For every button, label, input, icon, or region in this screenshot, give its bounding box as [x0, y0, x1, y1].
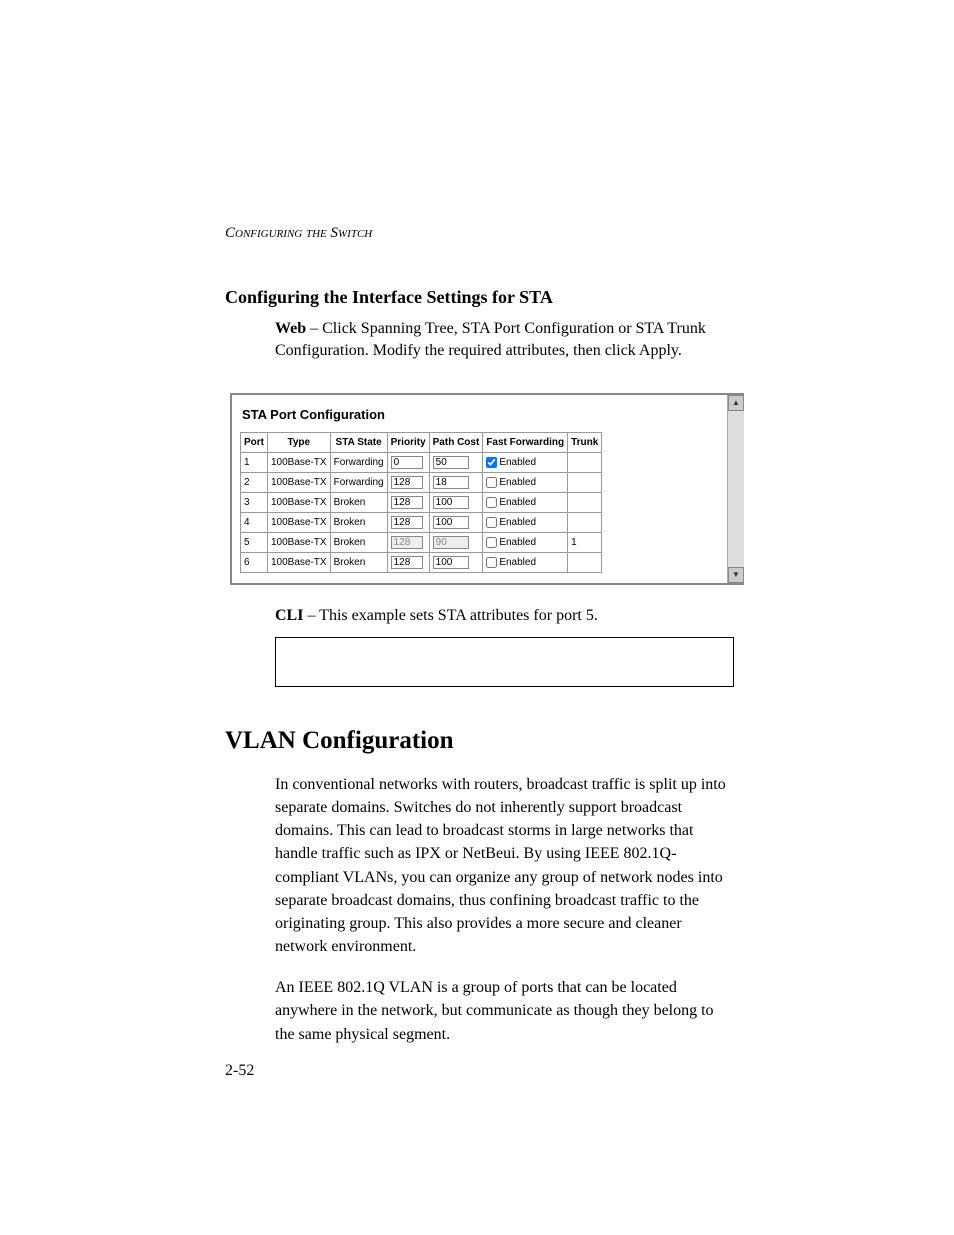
table-row: 3100Base-TXBroken Enabled — [241, 492, 602, 512]
web-text: – Click Spanning Tree, STA Port Configur… — [275, 320, 706, 359]
fast-forwarding-label: Enabled — [499, 497, 536, 508]
cell-sta-state: Broken — [330, 492, 387, 512]
scroll-down-button[interactable]: ▼ — [728, 567, 744, 583]
path-cost-input — [433, 536, 469, 549]
cell-fast-forwarding: Enabled — [483, 492, 568, 512]
table-row: 6100Base-TXBroken Enabled — [241, 552, 602, 572]
table-row: 2100Base-TXForwarding Enabled — [241, 472, 602, 492]
col-trunk: Trunk — [568, 432, 602, 452]
cell-path-cost — [429, 512, 483, 532]
cli-paragraph: CLI – This example sets STA attributes f… — [275, 607, 734, 625]
cell-priority — [387, 532, 429, 552]
col-fast-forwarding: Fast Forwarding — [483, 432, 568, 452]
col-port: Port — [241, 432, 268, 452]
path-cost-input[interactable] — [433, 556, 469, 569]
priority-input — [391, 536, 423, 549]
priority-input[interactable] — [391, 556, 423, 569]
fast-forwarding-checkbox[interactable] — [486, 457, 497, 468]
cell-fast-forwarding: Enabled — [483, 512, 568, 532]
col-sta-state: STA State — [330, 432, 387, 452]
cell-type: 100Base-TX — [268, 512, 331, 532]
cli-example-box — [275, 637, 734, 687]
fast-forwarding-checkbox[interactable] — [486, 477, 497, 488]
sta-table: Port Type STA State Priority Path Cost F… — [240, 432, 602, 573]
cell-priority — [387, 492, 429, 512]
fast-forwarding-checkbox[interactable] — [486, 557, 497, 568]
cell-port: 1 — [241, 452, 268, 472]
priority-input[interactable] — [391, 476, 423, 489]
table-row: 4100Base-TXBroken Enabled — [241, 512, 602, 532]
vlan-paragraph-2: An IEEE 802.1Q VLAN is a group of ports … — [275, 976, 734, 1046]
priority-input[interactable] — [391, 496, 423, 509]
vlan-configuration-heading: VLAN Configuration — [225, 727, 734, 755]
col-path-cost: Path Cost — [429, 432, 483, 452]
fast-forwarding-checkbox[interactable] — [486, 517, 497, 528]
cell-trunk — [568, 492, 602, 512]
cell-path-cost — [429, 472, 483, 492]
cell-port: 5 — [241, 532, 268, 552]
cell-sta-state: Broken — [330, 512, 387, 532]
cell-type: 100Base-TX — [268, 492, 331, 512]
cell-priority — [387, 472, 429, 492]
running-header: Configuring the Switch — [225, 225, 734, 242]
cli-label: CLI — [275, 607, 303, 624]
cell-port: 6 — [241, 552, 268, 572]
cell-priority — [387, 452, 429, 472]
cell-fast-forwarding: Enabled — [483, 552, 568, 572]
table-row: 5100Base-TXBroken Enabled 1 — [241, 532, 602, 552]
path-cost-input[interactable] — [433, 456, 469, 469]
cell-path-cost — [429, 552, 483, 572]
cell-fast-forwarding: Enabled — [483, 472, 568, 492]
fast-forwarding-label: Enabled — [499, 517, 536, 528]
cell-trunk — [568, 512, 602, 532]
col-type: Type — [268, 432, 331, 452]
cell-fast-forwarding: Enabled — [483, 532, 568, 552]
cell-priority — [387, 552, 429, 572]
cell-sta-state: Broken — [330, 552, 387, 572]
cell-trunk: 1 — [568, 532, 602, 552]
cell-trunk — [568, 552, 602, 572]
page-number: 2-52 — [225, 1062, 254, 1080]
vertical-scrollbar[interactable]: ▲ ▼ — [727, 395, 744, 583]
fast-forwarding-checkbox[interactable] — [486, 497, 497, 508]
section-heading: Configuring the Interface Settings for S… — [225, 287, 734, 308]
cell-trunk — [568, 472, 602, 492]
cell-path-cost — [429, 492, 483, 512]
scroll-up-button[interactable]: ▲ — [728, 395, 744, 411]
path-cost-input[interactable] — [433, 476, 469, 489]
sta-port-configuration-panel: STA Port Configuration Port Type STA Sta… — [230, 393, 744, 585]
fast-forwarding-label: Enabled — [499, 557, 536, 568]
web-paragraph: Web – Click Spanning Tree, STA Port Conf… — [275, 318, 734, 363]
cell-path-cost — [429, 532, 483, 552]
table-header-row: Port Type STA State Priority Path Cost F… — [241, 432, 602, 452]
cell-port: 3 — [241, 492, 268, 512]
priority-input[interactable] — [391, 516, 423, 529]
cell-port: 2 — [241, 472, 268, 492]
fast-forwarding-label: Enabled — [499, 537, 536, 548]
cell-priority — [387, 512, 429, 532]
table-row: 1100Base-TXForwarding Enabled — [241, 452, 602, 472]
cli-text: – This example sets STA attributes for p… — [303, 607, 597, 624]
fast-forwarding-checkbox[interactable] — [486, 537, 497, 548]
cell-type: 100Base-TX — [268, 532, 331, 552]
path-cost-input[interactable] — [433, 516, 469, 529]
cell-sta-state: Forwarding — [330, 452, 387, 472]
fast-forwarding-label: Enabled — [499, 457, 536, 468]
cell-path-cost — [429, 452, 483, 472]
priority-input[interactable] — [391, 456, 423, 469]
path-cost-input[interactable] — [433, 496, 469, 509]
col-priority: Priority — [387, 432, 429, 452]
panel-title: STA Port Configuration — [232, 395, 744, 432]
web-label: Web — [275, 320, 306, 337]
fast-forwarding-label: Enabled — [499, 477, 536, 488]
cell-port: 4 — [241, 512, 268, 532]
cell-fast-forwarding: Enabled — [483, 452, 568, 472]
cell-type: 100Base-TX — [268, 472, 331, 492]
cell-sta-state: Forwarding — [330, 472, 387, 492]
cell-trunk — [568, 452, 602, 472]
cell-sta-state: Broken — [330, 532, 387, 552]
cell-type: 100Base-TX — [268, 452, 331, 472]
vlan-paragraph-1: In conventional networks with routers, b… — [275, 773, 734, 959]
cell-type: 100Base-TX — [268, 552, 331, 572]
